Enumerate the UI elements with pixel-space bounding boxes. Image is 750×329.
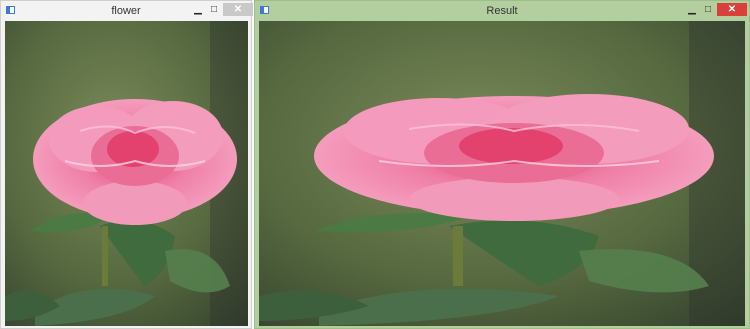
titlebar-flower[interactable]: flower ▁ □ ✕ — [1, 1, 253, 21]
titlebar-result[interactable]: Result ▁ □ ✕ — [255, 1, 749, 21]
close-button[interactable]: ✕ — [717, 3, 747, 16]
window-flower: flower ▁ □ ✕ — [0, 0, 253, 329]
rose-photo-stretched — [259, 21, 745, 326]
minimize-button[interactable]: ▁ — [685, 3, 699, 16]
rose-photo — [5, 21, 248, 326]
close-button[interactable]: ✕ — [223, 3, 253, 16]
window-result: Result ▁ □ ✕ — [254, 0, 750, 329]
image-canvas-result — [259, 21, 745, 326]
window-title: Result — [486, 5, 518, 17]
image-canvas-flower — [5, 21, 248, 326]
maximize-button[interactable]: □ — [701, 3, 715, 16]
maximize-button[interactable]: □ — [207, 3, 221, 16]
minimize-button[interactable]: ▁ — [191, 3, 205, 16]
